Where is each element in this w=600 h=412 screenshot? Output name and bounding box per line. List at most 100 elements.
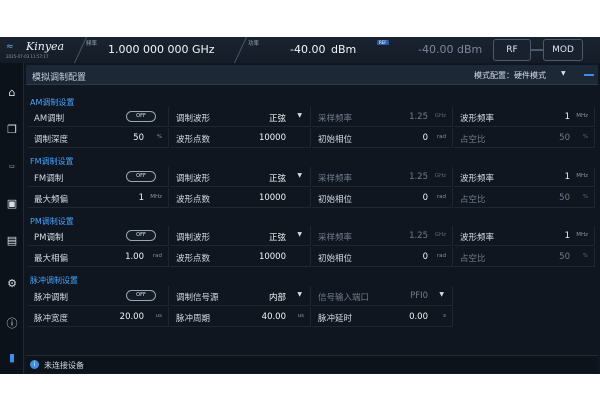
fm-row-2: 最大频偏 1 MHz 波形点数 10000 初始相位 0 rad 占空比 50 … — [28, 188, 595, 208]
power-value[interactable]: -40.00 — [290, 43, 325, 56]
am-points-input[interactable]: 10000 — [259, 133, 286, 143]
am-wave-freq-unit: MHz — [576, 113, 588, 119]
pulse-source-label: 调制信号源 — [176, 293, 219, 303]
fm-phase-input[interactable]: 0 — [423, 193, 428, 203]
am-phase-unit: rad — [436, 134, 446, 140]
pm-switch-cell: PM调制 OFF — [28, 226, 169, 246]
monitor-icon[interactable]: ▣ — [5, 197, 19, 211]
pm-waveform-label: 调制波形 — [176, 233, 211, 243]
chevron-down-icon[interactable]: ▼ — [439, 291, 444, 298]
am-wave-freq-input[interactable]: 1 — [565, 112, 570, 122]
fm-toggle[interactable]: OFF — [126, 171, 156, 182]
power-label: 功率 — [248, 41, 260, 47]
am-depth-input[interactable]: 50 — [133, 133, 144, 143]
pm-waveform-cell[interactable]: 调制波形 正弦 ▼ — [170, 226, 311, 246]
fm-phase-unit: rad — [436, 194, 446, 200]
pm-toggle[interactable]: OFF — [126, 230, 156, 241]
window-icon[interactable]: ❐ — [5, 123, 19, 137]
fm-points-cell: 波形点数 10000 — [170, 188, 311, 208]
brand-icon[interactable]: ▮ — [5, 351, 19, 365]
rf-button[interactable]: RF — [493, 39, 531, 61]
am-sample-rate-label: 采样频率 — [318, 114, 353, 124]
am-phase-cell: 初始相位 0 rad — [312, 128, 453, 148]
pulse-width-input[interactable]: 20.00 — [120, 312, 144, 322]
fm-sample-rate-label: 采样频率 — [318, 174, 353, 184]
datetime: 2025-07-03 11:57:17 — [6, 54, 49, 59]
section-title-pulse: 脉冲调制设置 — [30, 276, 78, 285]
pm-phase-unit: rad — [436, 253, 446, 259]
am-duty-label: 占空比 — [460, 135, 486, 145]
am-waveform-cell[interactable]: 调制波形 正弦 ▼ — [170, 107, 311, 127]
pulse-switch-label: 脉冲调制 — [34, 293, 69, 303]
pulse-source-cell[interactable]: 调制信号源 内部 ▼ — [170, 286, 311, 306]
pulse-port-select[interactable]: PFI0 — [410, 291, 428, 301]
pulse-toggle[interactable]: OFF — [126, 290, 156, 301]
wave-logo-icon: ≈ — [6, 42, 14, 52]
info-icon[interactable]: ⓘ — [5, 317, 19, 331]
gear-icon[interactable]: ⚙ — [5, 277, 19, 291]
pulse-row-1: 脉冲调制 OFF 调制信号源 内部 ▼ 信号输入端口 PFI0 ▼ — [28, 286, 454, 306]
am-duty-cell: 占空比 50 % — [454, 128, 595, 148]
chevron-down-icon[interactable]: ▼ — [297, 231, 302, 238]
chevron-down-icon[interactable]: ▼ — [297, 172, 302, 179]
pm-waveform-select[interactable]: 正弦 — [269, 231, 286, 243]
pm-points-input[interactable]: 10000 — [259, 252, 286, 262]
am-switch-label: AM调制 — [34, 114, 65, 124]
am-phase-label: 初始相位 — [318, 135, 353, 145]
fm-wave-freq-input[interactable]: 1 — [565, 172, 570, 182]
fm-points-input[interactable]: 10000 — [259, 193, 286, 203]
am-points-label: 波形点数 — [176, 135, 211, 145]
fm-deviation-input[interactable]: 1 — [139, 193, 144, 203]
pm-phase-label: 初始相位 — [318, 254, 353, 264]
fm-phase-label: 初始相位 — [318, 195, 353, 205]
collapse-button[interactable] — [582, 68, 596, 82]
pulse-period-cell: 脉冲周期 40.00 us — [170, 307, 311, 327]
pm-duty-value: 50 — [559, 252, 570, 262]
status-bar: i 未连接设备 — [26, 355, 598, 372]
fm-waveform-select[interactable]: 正弦 — [269, 172, 286, 184]
pm-deviation-input[interactable]: 1.00 — [125, 252, 144, 262]
mod-button[interactable]: MOD — [543, 39, 583, 61]
power-readout: -40.00 dBm — [418, 43, 483, 56]
chevron-down-icon[interactable]: ▼ — [297, 112, 302, 119]
am-phase-input[interactable]: 0 — [423, 133, 428, 143]
page-title: 模拟调制配置 — [32, 73, 87, 83]
divider — [233, 37, 248, 63]
pulse-width-cell: 脉冲宽度 20.00 us — [28, 307, 169, 327]
pm-points-label: 波形点数 — [176, 254, 211, 264]
pulse-width-unit: us — [155, 313, 162, 319]
am-wave-freq-label: 波形频率 — [460, 114, 495, 124]
pulse-delay-input[interactable]: 0.00 — [409, 312, 428, 322]
document-icon[interactable]: ▤ — [5, 234, 19, 248]
am-waveform-select[interactable]: 正弦 — [269, 112, 286, 124]
freq-value[interactable]: 1.000 000 000 — [108, 43, 188, 56]
am-duty-unit: % — [582, 134, 588, 140]
main-panel: 模拟调制配置 模式配置：硬件模式 ▼ AM调制设置 AM调制 OFF 调制波形 … — [26, 65, 598, 357]
pm-phase-input[interactable]: 0 — [423, 252, 428, 262]
pulse-row-2: 脉冲宽度 20.00 us 脉冲周期 40.00 us 脉冲延时 0.00 s — [28, 307, 454, 327]
pulse-source-select[interactable]: 内部 — [269, 291, 286, 303]
pulse-port-cell[interactable]: 信号输入端口 PFI0 ▼ — [312, 286, 453, 306]
pm-wave-freq-input[interactable]: 1 — [565, 231, 570, 241]
mode-select[interactable]: 模式配置：硬件模式 — [474, 70, 546, 81]
am-toggle[interactable]: OFF — [126, 111, 156, 122]
rf-mod-link — [531, 49, 543, 51]
am-sample-rate-value: 1.25 — [409, 112, 428, 122]
chevron-down-icon[interactable]: ▼ — [297, 291, 302, 298]
fm-waveform-cell[interactable]: 调制波形 正弦 ▼ — [170, 167, 311, 187]
fm-deviation-label: 最大频偏 — [34, 195, 69, 205]
pulse-period-unit: us — [297, 313, 304, 319]
status-text: 未连接设备 — [44, 361, 84, 370]
power-unit: dBm — [331, 43, 357, 56]
am-depth-label: 调制深度 — [34, 135, 69, 145]
top-bar: ≈ Kinyea 2025-07-03 11:57:17 频率 1.000 00… — [0, 37, 600, 63]
freq-unit: GHz — [192, 43, 215, 56]
pm-points-cell: 波形点数 10000 — [170, 247, 311, 267]
pulse-delay-unit: s — [443, 313, 446, 319]
fm-wave-freq-label: 波形频率 — [460, 174, 495, 184]
chevron-down-icon[interactable]: ▼ — [561, 70, 566, 77]
home-icon[interactable]: ⌂ — [5, 86, 19, 100]
scpi-icon[interactable]: ▭ — [5, 160, 19, 174]
pulse-period-input[interactable]: 40.00 — [262, 312, 286, 322]
am-duty-value: 50 — [559, 133, 570, 143]
